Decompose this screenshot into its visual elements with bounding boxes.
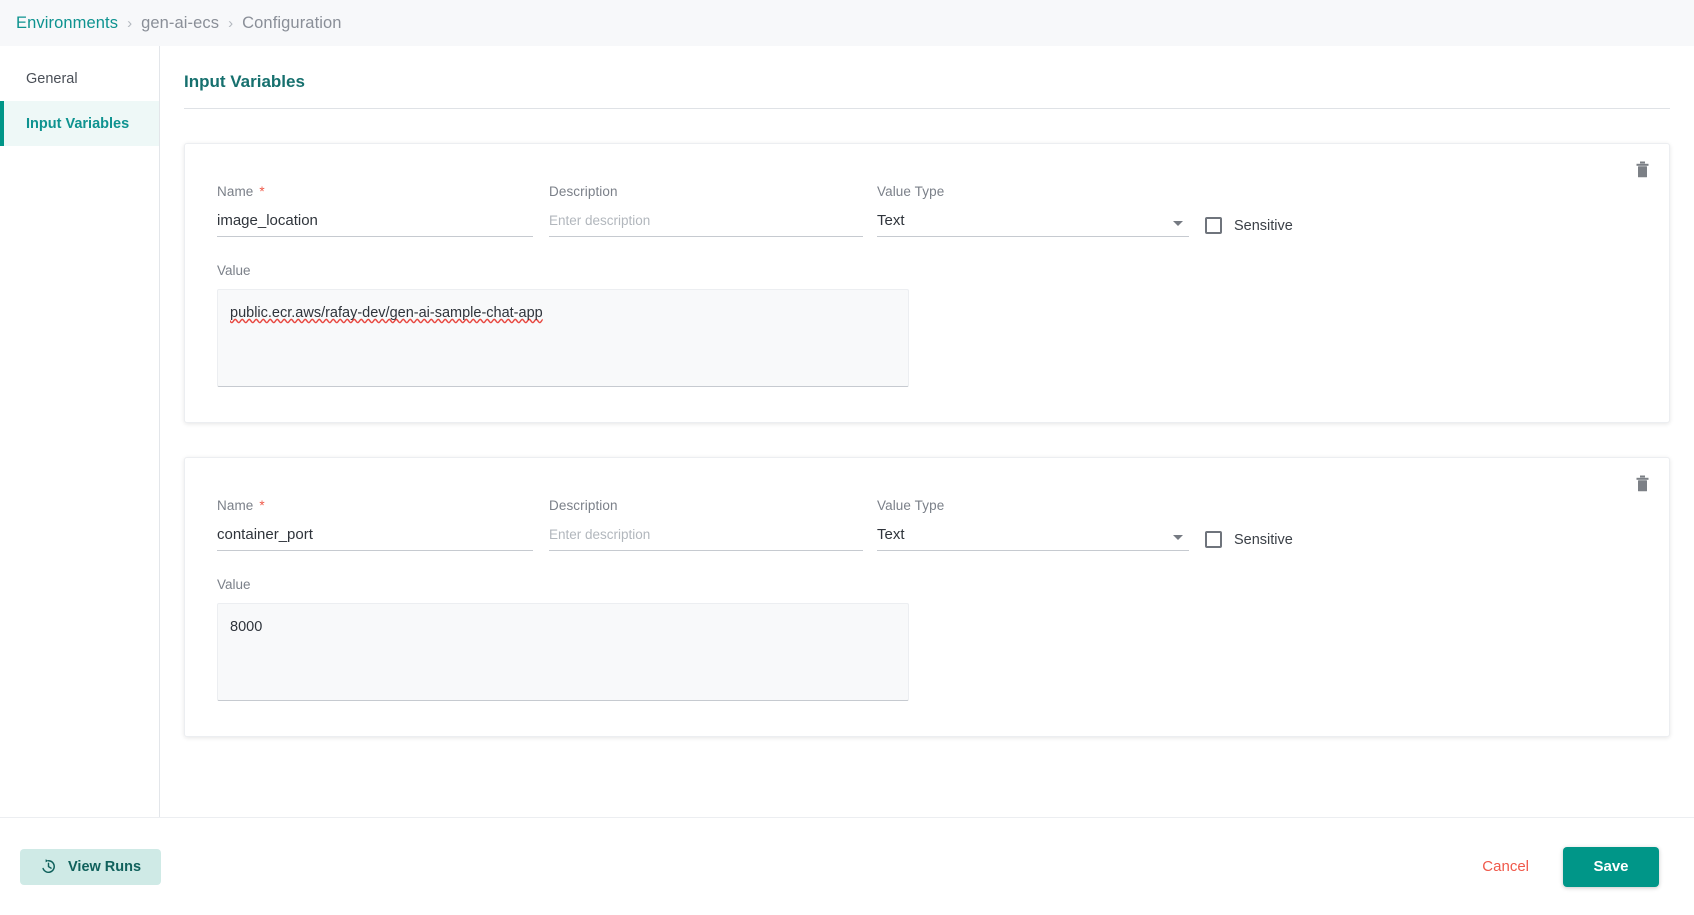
description-label: Description [549,498,618,513]
description-input[interactable] [549,212,863,237]
sidebar-item-label: General [26,70,78,87]
required-indicator: * [259,498,265,513]
value-label: Value [217,577,251,592]
trash-icon [1636,475,1648,491]
title-divider [184,108,1670,109]
value-type-label: Value Type [877,498,945,513]
value-type-select-wrap [877,526,1189,551]
required-indicator: * [259,184,265,199]
value-textarea[interactable]: public.ecr.aws/rafay-dev/gen-ai-sample-c… [217,289,909,387]
sensitive-label: Sensitive [1234,217,1293,234]
breadcrumb-link-environments[interactable]: Environments [16,14,118,33]
description-field-group: Description [549,184,863,237]
description-field-group: Description [549,498,863,551]
trash-icon [1636,161,1648,177]
value-label: Value [217,263,251,278]
breadcrumb: Environments › gen-ai-ecs › Configuratio… [0,0,1694,46]
value-field-group: Value 8000 [217,577,909,706]
value-type-field-group: Value Type [877,498,1189,551]
main-content: Input Variables Name* Descri [160,46,1694,853]
name-label: Name * [217,184,265,199]
input-variable-card: Name* Description Value Type [184,457,1670,737]
sensitive-label: Sensitive [1234,531,1293,548]
page-title: Input Variables [184,72,305,91]
sensitive-checkbox[interactable] [1205,217,1222,234]
breadcrumb-separator-icon: › [127,14,133,32]
value-field-group: Value public.ecr.aws/rafay-dev/gen-ai-sa… [217,263,909,392]
value-type-field-group: Value Type [877,184,1189,237]
cancel-button[interactable]: Cancel [1482,858,1529,875]
settings-sidebar: General Input Variables [0,46,160,853]
value-type-select-wrap [877,212,1189,237]
description-input[interactable] [549,526,863,551]
delete-variable-button[interactable] [1629,156,1655,182]
variable-fields-row: Name* Description Value Type [207,184,1647,237]
description-label: Description [549,184,618,199]
name-input[interactable] [217,212,533,237]
action-footer: View Runs Cancel Save [0,817,1694,915]
history-clock-icon [42,859,55,873]
breadcrumb-link-environment-name[interactable]: gen-ai-ecs [141,14,219,33]
sidebar-item-general[interactable]: General [0,56,159,101]
footer-actions: Cancel Save [1482,846,1674,887]
delete-variable-button[interactable] [1629,470,1655,496]
sidebar-item-input-variables[interactable]: Input Variables [0,101,159,146]
variable-fields-row: Name* Description Value Type [207,498,1647,551]
sidebar-item-label: Input Variables [26,115,130,132]
value-type-select[interactable] [877,212,1189,237]
name-field-group: Name * [217,498,533,551]
value-type-select[interactable] [877,526,1189,551]
view-runs-button[interactable]: View Runs [20,848,162,885]
sensitive-checkbox-group[interactable]: Sensitive [1205,531,1293,551]
name-field-group: Name * [217,184,533,237]
name-label: Name * [217,498,265,513]
value-textarea[interactable]: 8000 [217,603,909,701]
save-button[interactable]: Save [1563,846,1659,887]
value-type-label: Value Type [877,184,945,199]
sensitive-checkbox[interactable] [1205,531,1222,548]
page-shell: General Input Variables Input Variables … [0,46,1694,863]
breadcrumb-current-configuration: Configuration [242,13,342,32]
view-runs-label: View Runs [68,858,142,875]
input-variable-card: Name* Description Value Type [184,143,1670,423]
name-input[interactable] [217,526,533,551]
sensitive-checkbox-group[interactable]: Sensitive [1205,217,1293,237]
breadcrumb-separator-icon: › [228,14,234,32]
